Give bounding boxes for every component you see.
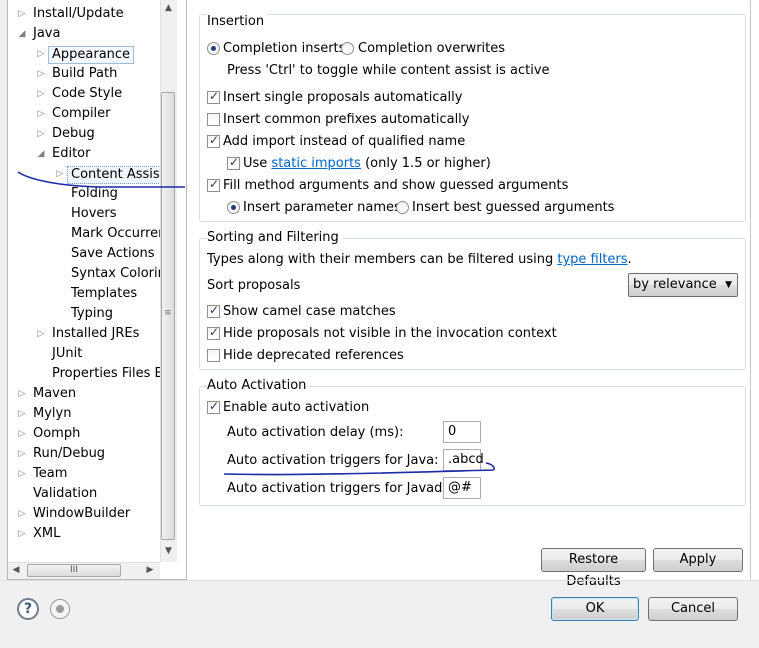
annotation-overlay [17,171,495,476]
annotation-underline-java-triggers [223,462,495,476]
annotation-underline-content-assist [17,171,185,188]
